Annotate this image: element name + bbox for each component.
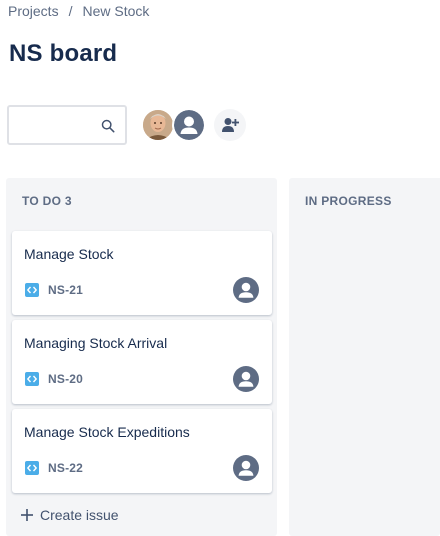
user-avatar-photo[interactable]	[141, 108, 175, 142]
assignee-avatar-icon[interactable]	[233, 366, 259, 392]
column-header-todo: TO DO 3	[22, 194, 72, 208]
issue-card[interactable]: Managing Stock Arrival NS-20	[12, 320, 272, 404]
assignee-avatar-icon[interactable]	[233, 277, 259, 303]
default-user-icon	[174, 110, 204, 140]
column-todo: TO DO 3 Manage Stock NS-21 Managing Stoc…	[6, 178, 277, 536]
add-people-button[interactable]	[214, 109, 246, 141]
page-title: NS board	[9, 40, 118, 67]
breadcrumb: Projects / New Stock	[8, 3, 149, 19]
subtask-code-icon	[25, 283, 39, 297]
issue-card[interactable]: Manage Stock NS-21	[12, 231, 272, 315]
issue-card[interactable]: Manage Stock Expeditions NS-22	[12, 409, 272, 493]
create-issue-label: Create issue	[40, 507, 119, 523]
search-box[interactable]	[7, 105, 127, 145]
subtask-code-icon	[25, 372, 39, 386]
search-icon[interactable]	[101, 119, 115, 133]
subtask-code-icon	[25, 461, 39, 475]
breadcrumb-projects-link[interactable]: Projects	[8, 3, 59, 19]
user-photo-icon	[143, 110, 173, 140]
search-input[interactable]	[15, 113, 99, 137]
issue-key[interactable]: NS-20	[48, 372, 83, 386]
plus-icon	[21, 509, 33, 521]
issue-summary: Manage Stock Expeditions	[24, 424, 190, 440]
issue-key[interactable]: NS-22	[48, 461, 83, 475]
user-avatar-default[interactable]	[172, 108, 206, 142]
breadcrumb-project-link[interactable]: New Stock	[82, 3, 149, 19]
assignee-avatar-icon[interactable]	[233, 455, 259, 481]
column-header-in-progress: IN PROGRESS	[305, 194, 392, 208]
create-issue-button[interactable]: Create issue	[20, 507, 119, 523]
issue-key[interactable]: NS-21	[48, 283, 83, 297]
breadcrumb-separator: /	[68, 3, 73, 19]
issue-summary: Managing Stock Arrival	[24, 335, 168, 351]
column-in-progress: IN PROGRESS	[289, 178, 440, 536]
issue-summary: Manage Stock	[24, 246, 114, 262]
add-person-icon	[222, 118, 239, 132]
